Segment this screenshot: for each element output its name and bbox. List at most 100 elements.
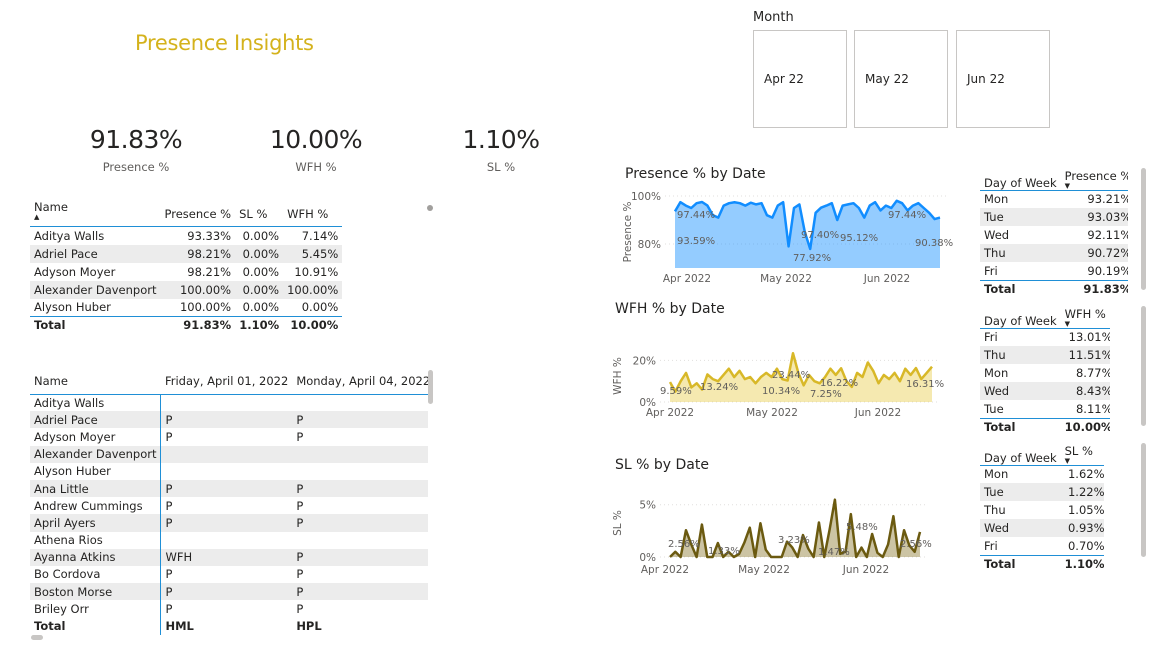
slicer-option-jun[interactable]: Jun 22: [956, 30, 1050, 128]
column-header-name[interactable]: Name ▲: [30, 200, 160, 227]
day-cell: Mon: [984, 192, 1009, 207]
column-header-wfh[interactable]: WFH %: [283, 200, 342, 227]
data-label: 7.25%: [810, 389, 842, 400]
table-row[interactable]: Mon 93.21%: [980, 190, 1128, 208]
name-table: Name ▲ Presence % SL % WFH % Aditya Walls…: [30, 200, 343, 333]
data-label: 90.38%: [915, 238, 953, 249]
table-row[interactable]: Fri 0.70%: [980, 537, 1104, 555]
matrix-row[interactable]: April AyersPPP: [30, 514, 428, 532]
total-cell: 91.83%: [1060, 279, 1128, 296]
value-cell: 0.93%: [1060, 519, 1104, 537]
day-cell: Tue: [980, 483, 1061, 501]
total-cell: 10.00%: [283, 316, 343, 333]
table-row[interactable]: Wed 0.93%: [980, 519, 1104, 537]
table-row[interactable]: Alyson Huber 100.00% 0.00% 0.00%: [30, 299, 342, 317]
dow-presence-scroll[interactable]: [1141, 168, 1146, 290]
day-cell: Mon: [984, 467, 1009, 482]
value-cell: 93.21%: [1087, 192, 1128, 207]
matrix-row[interactable]: Alexander Davenport: [30, 445, 428, 463]
column-header-day[interactable]: Day of Week: [980, 306, 1061, 329]
table-row[interactable]: Fri 13.01%: [980, 328, 1110, 346]
matrix-row[interactable]: Adriel PacePPP: [30, 411, 428, 429]
matrix-row[interactable]: Aditya Walls: [30, 394, 428, 412]
kpi-label: WFH %: [295, 160, 337, 174]
matrix-row-header: Ayanna Atkins: [30, 548, 162, 566]
column-header-value[interactable]: WFH % ▼: [1060, 306, 1110, 329]
day-cell: Wed: [980, 519, 1061, 537]
table-row[interactable]: Adyson Moyer 98.21% 0.00% 10.91%: [30, 263, 342, 281]
matrix-cell: P: [296, 567, 304, 582]
total-cell: Total: [980, 554, 1061, 571]
value-cell: 0.70%: [1067, 538, 1104, 553]
table-row[interactable]: Tue 93.03%: [980, 208, 1128, 226]
matrix-row[interactable]: Boston MorsePPP: [30, 583, 428, 601]
table-row[interactable]: Tue 8.11%: [980, 400, 1110, 418]
kpi-label: SL %: [486, 160, 516, 174]
scroll-dot[interactable]: [427, 205, 433, 211]
matrix-row[interactable]: Andrew CummingsPPP: [30, 497, 428, 515]
data-label: 2.56%: [900, 539, 932, 550]
matrix-row[interactable]: Ayanna AtkinsWFHPP: [30, 548, 428, 566]
table-row[interactable]: Alexander Davenport 100.00% 0.00% 100.00%: [30, 280, 343, 299]
matrix-column-header[interactable]: Monday, April 04, 2022: [292, 368, 428, 395]
table-row[interactable]: Adriel Pace 98.21% 0.00% 5.45%: [30, 244, 343, 263]
matrix-row[interactable]: Athena Rios: [30, 531, 428, 549]
table-row[interactable]: Thu 90.72%: [980, 244, 1128, 262]
table-row[interactable]: Mon 1.62%: [980, 465, 1104, 483]
table-row[interactable]: Thu 11.51%: [980, 346, 1110, 364]
data-label: 97.44%: [888, 210, 926, 221]
kpi-value: 91.83%: [89, 125, 183, 154]
sl-chart[interactable]: 5% 0% SL % Apr 2022 May 2022 Jun 2022 2.56% 1.3…: [610, 485, 950, 579]
matrix-row[interactable]: Ana LittlePPHPL: [30, 479, 428, 498]
value-cell: 0.00%: [242, 264, 280, 279]
table-row[interactable]: Mon 8.77%: [980, 364, 1110, 382]
day-cell: Wed: [980, 382, 1061, 400]
data-label: 77.92%: [793, 253, 831, 264]
matrix-column-header[interactable]: Name: [30, 368, 161, 395]
column-header-day[interactable]: Day of Week: [980, 168, 1061, 191]
y-tick-label: 0%: [639, 552, 656, 564]
dow-wfh-scroll[interactable]: [1141, 306, 1146, 426]
column-header-sl[interactable]: SL %: [235, 200, 283, 227]
matrix-cell: WFH: [160, 548, 293, 566]
table-row[interactable]: Fri 90.19%: [980, 262, 1128, 280]
table-row[interactable]: Tue 1.22%: [980, 483, 1104, 501]
column-header-value[interactable]: SL % ▼: [1060, 443, 1104, 466]
matrix-row-header: Adyson Moyer: [30, 428, 162, 446]
data-label: 3.23%: [778, 535, 810, 546]
total-row: Total 1.10%: [980, 554, 1104, 571]
dow-sl-table: Day of Week SL % ▼ Mon 1.62% Tue 1.22% Thu 1.0…: [980, 443, 1104, 571]
table-row[interactable]: Thu 1.05%: [980, 501, 1104, 519]
x-tick-label: Apr 2022: [646, 407, 694, 419]
matrix-row[interactable]: Briley OrrPPP: [30, 600, 428, 618]
dow-sl-scroll[interactable]: [1141, 443, 1146, 557]
data-label: 1.47%: [818, 547, 850, 558]
matrix-row[interactable]: Alyson Huber: [30, 462, 428, 480]
slicer-option-apr[interactable]: Apr 22: [753, 30, 847, 128]
matrix-column-header[interactable]: Friday, April 01, 2022: [160, 368, 293, 395]
matrix-cell: P: [296, 429, 304, 444]
column-header-presence[interactable]: Presence %: [160, 200, 235, 227]
column-header-value[interactable]: Presence % ▼: [1060, 168, 1128, 191]
value-cell: 1.62%: [1067, 467, 1104, 482]
value-cell: 13.01%: [1068, 330, 1110, 345]
value-cell: 1.22%: [1060, 483, 1104, 501]
matrix-row[interactable]: Adyson MoyerPPP: [30, 428, 428, 446]
matrix-row[interactable]: Bo CordovaPPP: [30, 565, 428, 584]
matrix-hscroll[interactable]: [31, 635, 43, 640]
data-label: 95.12%: [840, 233, 878, 244]
slicer-option-may[interactable]: May 22: [854, 30, 948, 128]
matrix-cell: P: [160, 583, 293, 601]
total-row: Total 91.83% 1.10% 10.00%: [30, 316, 343, 333]
table-row[interactable]: Wed 92.11%: [980, 226, 1128, 244]
value-cell: 98.21%: [187, 264, 232, 279]
table-row[interactable]: Wed 8.43%: [980, 382, 1110, 400]
presence-chart[interactable]: 100% 80% Presence % Apr 2022 May 2022 Jun 202…: [615, 186, 955, 290]
value-cell: 8.43%: [1060, 382, 1110, 400]
table-row[interactable]: Aditya Walls 93.33% 0.00% 7.14%: [30, 227, 342, 245]
matrix-vscroll[interactable]: [428, 370, 433, 404]
matrix-cell: [161, 463, 292, 480]
wfh-chart[interactable]: 20%0%WFH %Apr 2022 May 2022 Jun 20229.59% 1…: [610, 342, 950, 422]
value-cell: 1.05%: [1067, 503, 1104, 517]
column-header-day[interactable]: Day of Week: [980, 443, 1061, 466]
